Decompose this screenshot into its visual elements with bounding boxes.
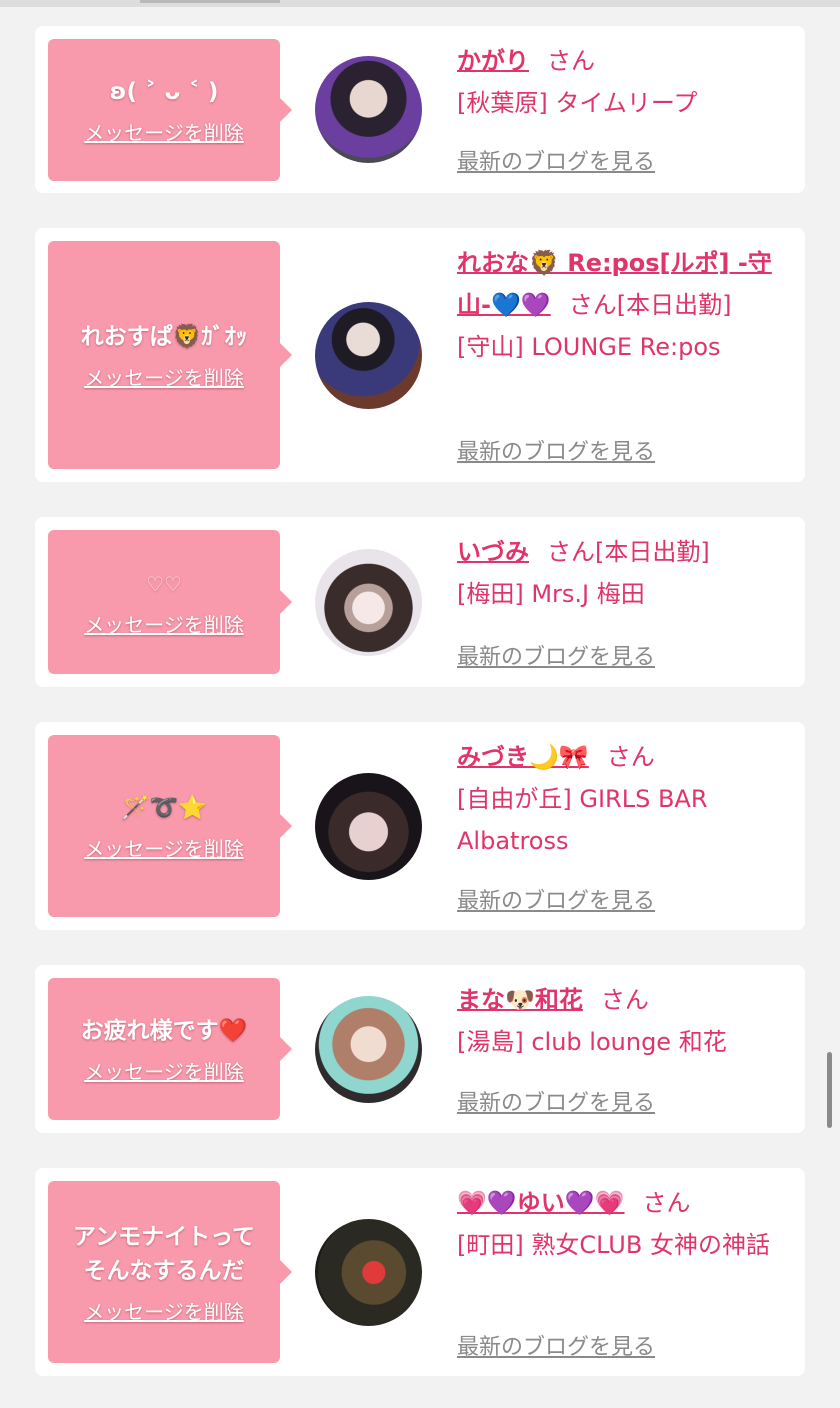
honorific: さん (568, 291, 617, 319)
cast-name-link[interactable]: まな🐶和花 (457, 986, 583, 1014)
message-text: 🪄➰⭐ (121, 794, 207, 821)
message-text: お疲れ様です❤️ (80, 1017, 248, 1044)
message-card: 🪄➰⭐ メッセージを削除 みづき🌙🎀 さん [自由が丘] GIRLS BAR Al… (35, 722, 805, 930)
avatar[interactable] (315, 56, 422, 163)
delete-message-link[interactable]: メッセージを削除 (84, 1296, 244, 1325)
shop-name: [湯島] club lounge 和花 (457, 1028, 727, 1056)
delete-message-link[interactable]: メッセージを削除 (84, 1056, 244, 1085)
message-text: ♡♡ (146, 571, 182, 596)
shop-name: [守山] LOUNGE Re:pos (457, 333, 721, 361)
delete-message-link[interactable]: メッセージを削除 (84, 609, 244, 638)
message-text: アンモナイトって そんなするんだ (73, 1223, 255, 1284)
message-bubble: れおすぱ🦁ｶﾞｵｯ メッセージを削除 (48, 241, 292, 469)
top-progress-bar (0, 0, 840, 7)
avatar[interactable] (315, 549, 422, 656)
message-bubble: お疲れ様です❤️ メッセージを削除 (48, 978, 292, 1120)
avatar[interactable] (315, 302, 422, 409)
latest-blog-link[interactable]: 最新のブログを見る (457, 1329, 655, 1361)
latest-blog-link[interactable]: 最新のブログを見る (457, 434, 655, 466)
honorific: さん (547, 538, 595, 566)
cast-name-link[interactable]: いづみ (457, 538, 529, 566)
shop-name: [梅田] Mrs.J 梅田 (457, 580, 645, 608)
message-card: ʚ( ˃ ᴗ ˂ ) メッセージを削除 かがり さん [秋葉原] タイムリープ 最… (35, 26, 805, 193)
status-suffix: [本日出勤] (595, 538, 710, 566)
shop-name: [町田] 熟女CLUB 女神の神話 (457, 1231, 770, 1259)
honorific: さん (600, 986, 649, 1014)
delete-message-link[interactable]: メッセージを削除 (84, 362, 244, 391)
avatar[interactable] (315, 1219, 422, 1326)
delete-message-link[interactable]: メッセージを削除 (84, 833, 244, 862)
message-bubble: ʚ( ˃ ᴗ ˂ ) メッセージを削除 (48, 39, 292, 181)
latest-blog-link[interactable]: 最新のブログを見る (457, 144, 655, 176)
avatar[interactable] (315, 996, 422, 1103)
honorific: さん (547, 47, 595, 75)
avatar[interactable] (315, 773, 422, 880)
message-card: アンモナイトって そんなするんだ メッセージを削除 💗💜ゆい💜💗 さん [町田] … (35, 1168, 805, 1376)
message-text: れおすぱ🦁ｶﾞｵｯ (80, 323, 248, 350)
message-card: ♡♡ メッセージを削除 いづみ さん[本日出勤] [梅田] Mrs.J 梅田 最新… (35, 517, 805, 687)
cast-name-link[interactable]: かがり (457, 47, 529, 75)
message-bubble: ♡♡ メッセージを削除 (48, 530, 292, 674)
status-suffix: [本日出勤] (616, 291, 732, 319)
cast-name-link[interactable]: みづき🌙🎀 (457, 743, 589, 771)
latest-blog-link[interactable]: 最新のブログを見る (457, 639, 655, 671)
cast-name-link[interactable]: 💗💜ゆい💜💗 (457, 1189, 625, 1217)
message-bubble: アンモナイトって そんなするんだ メッセージを削除 (48, 1181, 292, 1363)
message-bubble: 🪄➰⭐ メッセージを削除 (48, 735, 292, 917)
delete-message-link[interactable]: メッセージを削除 (84, 117, 244, 146)
message-card: れおすぱ🦁ｶﾞｵｯ メッセージを削除 れおな🦁 Re:pos[ルポ] -守山-💙… (35, 228, 805, 482)
latest-blog-link[interactable]: 最新のブログを見る (457, 1085, 655, 1117)
shop-name: [秋葉原] タイムリープ (457, 89, 698, 117)
honorific: さん (642, 1189, 691, 1217)
message-text: ʚ( ˃ ᴗ ˂ ) (109, 78, 219, 105)
latest-blog-link[interactable]: 最新のブログを見る (457, 883, 655, 915)
message-card: お疲れ様です❤️ メッセージを削除 まな🐶和花 さん [湯島] club loun… (35, 965, 805, 1133)
honorific: さん (606, 743, 655, 771)
shop-name: [自由が丘] GIRLS BAR Albatross (457, 785, 708, 855)
scrollbar-thumb[interactable] (827, 1052, 832, 1128)
